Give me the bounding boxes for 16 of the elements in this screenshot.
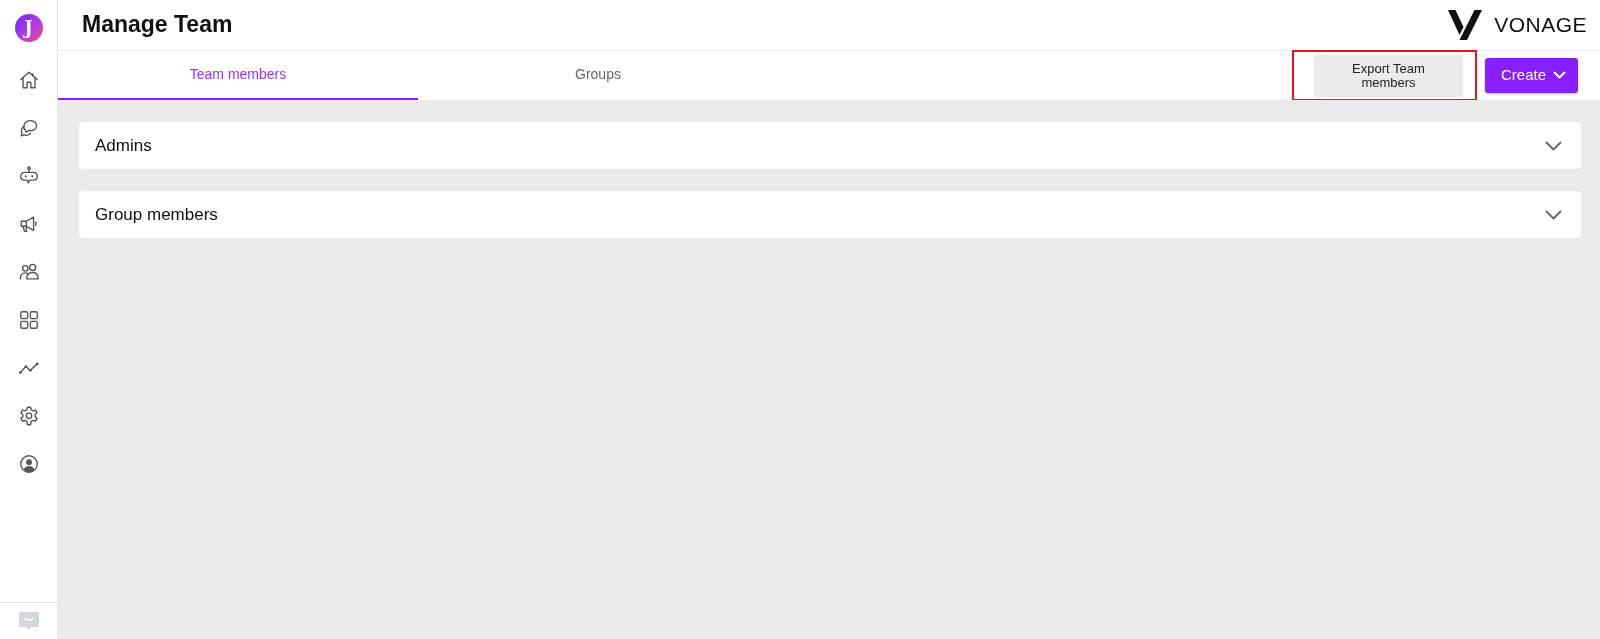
page-title: Manage Team bbox=[82, 11, 233, 39]
logo-mark-icon bbox=[1448, 10, 1483, 40]
settings-icon[interactable] bbox=[17, 405, 40, 427]
home-icon[interactable] bbox=[17, 69, 40, 91]
export-button[interactable]: Export Team members bbox=[1313, 55, 1463, 97]
accordion-header[interactable]: Admins bbox=[79, 122, 1581, 169]
brand-name: VONAGE bbox=[1494, 12, 1587, 39]
create-button[interactable]: Create bbox=[1484, 58, 1578, 93]
section-title: Group members bbox=[95, 203, 218, 226]
accordion-header[interactable]: Group members bbox=[79, 191, 1581, 238]
app-logo[interactable]: J bbox=[14, 14, 43, 42]
user-circle-icon[interactable] bbox=[17, 453, 40, 475]
section-title: Admins bbox=[95, 134, 152, 157]
chevron-down-icon bbox=[1553, 71, 1566, 80]
grid-icon[interactable] bbox=[17, 309, 40, 331]
people-icon[interactable] bbox=[17, 261, 40, 283]
